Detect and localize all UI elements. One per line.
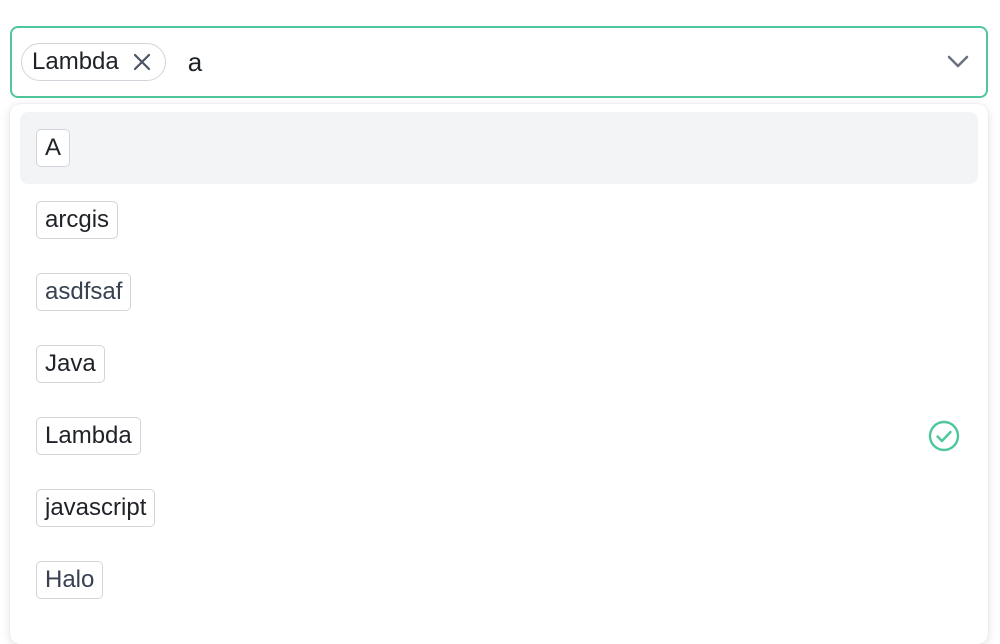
option-tag: javascript [36, 489, 156, 527]
option-lambda[interactable]: Lambda [20, 400, 978, 472]
options-dropdown: A arcgis asdfsaf Java Lambda javascript … [10, 104, 988, 644]
tag-search-input[interactable] [187, 46, 788, 78]
option-a[interactable]: A [20, 112, 978, 184]
selected-tag-label: Lambda [32, 48, 119, 75]
option-tag: Java [36, 345, 105, 383]
option-arcgis[interactable]: arcgis [20, 184, 978, 256]
option-halo[interactable]: Halo [20, 544, 978, 616]
option-javascript[interactable]: javascript [20, 472, 978, 544]
selected-tag-chip: Lambda [21, 43, 166, 81]
option-tag: Lambda [36, 417, 141, 455]
tag-select-field[interactable]: Lambda [10, 26, 988, 98]
option-tag: Halo [36, 561, 104, 599]
chevron-down-icon[interactable] [946, 52, 970, 72]
option-tag: asdfsaf [36, 273, 132, 311]
close-icon[interactable] [131, 51, 153, 73]
check-circle-icon [928, 420, 960, 452]
option-asdfsaf[interactable]: asdfsaf [20, 256, 978, 328]
option-tag: arcgis [36, 201, 119, 239]
option-java[interactable]: Java [20, 328, 978, 400]
option-tag: A [36, 129, 71, 167]
